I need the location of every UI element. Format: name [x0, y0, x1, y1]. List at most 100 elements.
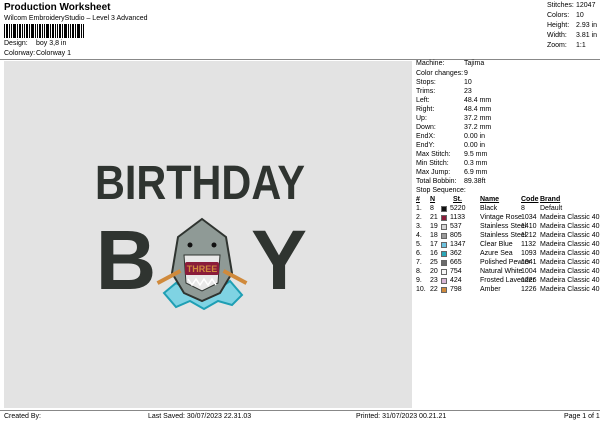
divider [0, 59, 600, 60]
stitches-value: 12047 [576, 2, 596, 9]
row-stitches: 537 [450, 223, 462, 230]
row-color-name: Black [480, 205, 498, 212]
color-swatch [441, 242, 447, 248]
design-text-b: B [96, 213, 157, 307]
row-color-name: Vintage Rose [480, 214, 522, 221]
row-num: 6. [416, 250, 422, 257]
page-number: Page 1 of 1 [564, 413, 600, 420]
row-brand: Madeira Classic 40 [540, 268, 600, 275]
row-code: 1212 [521, 232, 537, 239]
last-saved: Last Saved: 30/07/2023 22.31.03 [148, 413, 252, 420]
color-swatch [441, 269, 447, 275]
row-num: 1. [416, 205, 422, 212]
color-swatch [441, 260, 447, 266]
machine-label: Machine: [416, 60, 445, 67]
max-stitch-value: 9.5 mm [464, 151, 488, 158]
row-needle: 21 [430, 214, 438, 221]
total-bobbin-value: 89.38ft [464, 178, 486, 185]
column-header-st: St. [453, 196, 462, 203]
design-text-birthday: BIRTHDAY [95, 155, 305, 210]
trims-value: 23 [464, 88, 472, 95]
row-code: 1041 [521, 259, 537, 266]
row-num: 5. [416, 241, 422, 248]
row-stitches: 805 [450, 232, 462, 239]
row-code: 1093 [521, 250, 537, 257]
height-label: Height: [547, 22, 570, 29]
row-brand: Madeira Classic 40 [540, 250, 600, 257]
row-num: 2. [416, 214, 422, 221]
divider [0, 410, 600, 411]
shark-eye-left [187, 242, 193, 248]
endx-value: 0.00 in [464, 133, 486, 140]
row-needle: 19 [430, 223, 438, 230]
row-code: 1132 [521, 241, 537, 248]
row-stitches: 665 [450, 259, 462, 266]
height-value: 2.93 in [576, 22, 598, 29]
row-code: 8 [521, 205, 525, 212]
min-stitch-label: Min Stitch: [416, 160, 449, 167]
design-text-y: Y [251, 213, 307, 307]
design-value: boy 3,8 in [36, 40, 67, 47]
row-needle: 8 [430, 205, 434, 212]
row-needle: 22 [430, 286, 438, 293]
row-color-name: Stainless Steel [480, 223, 527, 230]
row-brand: Madeira Classic 40 [540, 223, 600, 230]
row-needle: 17 [430, 241, 438, 248]
up-value: 37.2 mm [464, 115, 492, 122]
column-header-code: Code [521, 196, 539, 203]
row-stitches: 1347 [450, 241, 466, 248]
row-brand: Madeira Classic 40 [540, 277, 600, 284]
right-label: Right: [416, 106, 435, 113]
design-preview: BIRTHDAY B Y THREE [4, 61, 412, 408]
row-brand: Madeira Classic 40 [540, 286, 600, 293]
max-jump-value: 6.9 mm [464, 169, 488, 176]
row-num: 8. [416, 268, 422, 275]
row-brand: Madeira Classic 40 [540, 241, 600, 248]
stop-sequence-label: Stop Sequence: [416, 187, 466, 194]
down-value: 37.2 mm [464, 124, 492, 131]
stops-label: Stops: [416, 79, 436, 86]
colors-label: Colors: [547, 12, 570, 19]
row-num: 7. [416, 259, 422, 266]
min-stitch-value: 0.3 mm [464, 160, 488, 167]
width-value: 3.81 in [576, 32, 598, 39]
colorway-label: Colorway: [4, 50, 36, 57]
stitches-label: Stitches: [547, 2, 574, 9]
row-num: 3. [416, 223, 422, 230]
row-code: 1004 [521, 268, 537, 275]
color-swatch [441, 251, 447, 257]
printed-date: Printed: 31/07/2023 00.21.21 [356, 413, 447, 420]
row-code: 1226 [521, 277, 537, 284]
column-header-brand: Brand [540, 196, 561, 203]
row-code: 1226 [521, 286, 537, 293]
app-subtitle: Wilcom EmbroideryStudio – Level 3 Advanc… [4, 15, 148, 22]
endy-value: 0.00 in [464, 142, 486, 149]
row-code: 1034 [521, 214, 537, 221]
endy-label: EndY: [416, 142, 435, 149]
row-brand: Default [540, 205, 563, 212]
row-color-name: Natural White [480, 268, 523, 275]
row-color-name: Azure Sea [480, 250, 513, 257]
row-color-name: Clear Blue [480, 241, 513, 248]
row-stitches: 5220 [450, 205, 466, 212]
shark-eye-right [211, 242, 217, 248]
row-color-name: Stainless Steel [480, 232, 527, 239]
row-stitches: 424 [450, 277, 462, 284]
color-swatch [441, 278, 447, 284]
row-num: 4. [416, 232, 422, 239]
color-swatch [441, 287, 447, 293]
width-label: Width: [547, 32, 567, 39]
page-title: Production Worksheet [4, 2, 111, 13]
zoom-label: Zoom: [547, 42, 567, 49]
row-color-name: Amber [480, 286, 501, 293]
right-value: 48.4 mm [464, 106, 492, 113]
created-by: Created By: [4, 413, 41, 420]
color-changes-label: Color changes: [416, 70, 464, 77]
row-needle: 25 [430, 259, 438, 266]
trims-label: Trims: [416, 88, 436, 95]
total-bobbin-label: Total Bobbin: [416, 178, 457, 185]
design-artwork: BIRTHDAY B Y THREE [95, 155, 307, 311]
max-stitch-label: Max Stitch: [416, 151, 451, 158]
row-code: 1410 [521, 223, 537, 230]
design-label: Design: [4, 40, 28, 47]
